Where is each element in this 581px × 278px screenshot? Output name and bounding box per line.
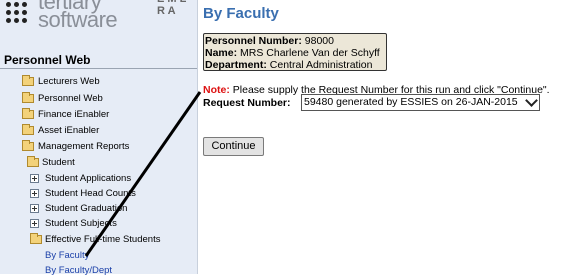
department-value: Central Administration — [269, 59, 373, 71]
sidebar: tertiary software E M L R A Personnel We… — [0, 0, 198, 276]
department-label: Department: — [205, 59, 267, 71]
sidebar-item-label: Student Head Counts — [45, 188, 136, 199]
expand-plus-icon[interactable] — [30, 204, 39, 213]
divider — [0, 68, 197, 69]
expand-plus-icon[interactable] — [30, 189, 39, 198]
tertiary-software-logo: tertiary software E M L R A — [0, 0, 197, 35]
logo-peek-text: E M L R A — [157, 0, 186, 17]
sidebar-item-label: By Faculty — [45, 250, 90, 261]
request-number-label: Request Number: — [203, 97, 291, 109]
sidebar-item-label: By Faculty/Dept — [45, 265, 113, 276]
department-row: Department: Central Administration — [205, 59, 386, 71]
request-number-value: 59480 generated by ESSIES on 26-JAN-2015 — [304, 96, 518, 108]
personnel-number-row: Personnel Number: 98000 — [205, 35, 386, 47]
sidebar-item-label: Asset iEnabler — [38, 125, 100, 136]
folder-icon — [22, 124, 34, 135]
logo-line-2: software — [38, 7, 118, 32]
folder-open-icon — [30, 233, 42, 244]
request-number-select[interactable]: 59480 generated by ESSIES on 26-JAN-2015 — [301, 94, 540, 111]
continue-button[interactable]: Continue — [203, 137, 264, 156]
sidebar-item-label: Lecturers Web — [38, 76, 100, 87]
folder-icon — [22, 108, 34, 119]
folder-icon — [22, 92, 34, 103]
chevron-down-icon — [525, 94, 538, 107]
personnel-number-value: 98000 — [304, 35, 334, 47]
sidebar-item-label: Management Reports — [38, 141, 130, 152]
sidebar-item-label: Student — [42, 157, 75, 168]
name-label: Name: — [205, 47, 238, 59]
logo-text: tertiary software — [38, 0, 118, 32]
sidebar-item-label: Personnel Web — [38, 93, 103, 104]
folder-open-icon — [22, 140, 34, 151]
app-title: Personnel Web — [4, 53, 91, 67]
folder-icon — [22, 75, 34, 86]
sidebar-item-label: Effective Full-time Students — [45, 234, 161, 245]
personnel-info-box: Personnel Number: 98000 Name: MRS Charle… — [203, 33, 387, 71]
folder-open-icon — [27, 156, 39, 167]
page-title: By Faculty — [203, 5, 279, 22]
expand-plus-icon[interactable] — [30, 174, 39, 183]
personnel-number-label: Personnel Number: — [205, 35, 302, 47]
expand-plus-icon[interactable] — [30, 219, 39, 228]
name-value: MRS Charlene Van der Schyff — [240, 47, 380, 59]
sidebar-item-label: Student Subjects — [45, 218, 117, 229]
sidebar-item-label: Student Applications — [45, 173, 132, 184]
name-row: Name: MRS Charlene Van der Schyff — [205, 47, 386, 59]
sidebar-item-label: Student Graduation — [45, 203, 128, 214]
sidebar-item-label: Finance iEnabler — [38, 109, 110, 120]
note-label: Note: — [203, 84, 230, 96]
